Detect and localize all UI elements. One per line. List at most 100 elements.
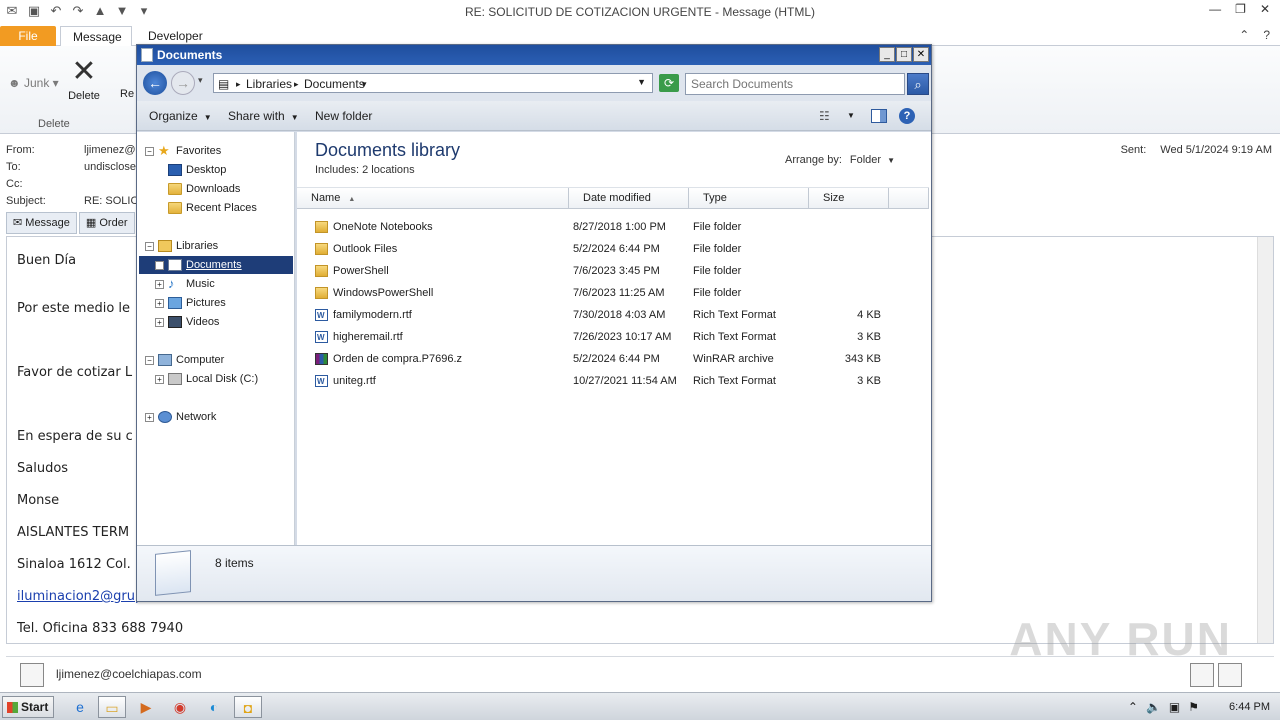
nav-computer[interactable]: − Computer [145, 351, 224, 369]
organize-button[interactable]: Organize ▼ [149, 109, 212, 123]
reply-button[interactable]: Re [120, 88, 134, 100]
expand-icon[interactable]: + [155, 317, 164, 327]
expand-icon[interactable]: + [155, 374, 164, 384]
nav-videos[interactable]: + Videos [155, 313, 219, 331]
media-player-icon[interactable]: ▶ [132, 696, 160, 718]
minimize-icon[interactable]: _ [879, 47, 895, 62]
address-history-dropdown[interactable]: ▼ [637, 77, 646, 87]
library-includes[interactable]: Includes: 2 locations [315, 164, 415, 176]
restore-icon[interactable]: ❐ [1235, 2, 1246, 16]
volume-icon[interactable]: 🔈 [1146, 700, 1161, 714]
nav-pictures[interactable]: + Pictures [155, 294, 226, 312]
file-name: higheremail.rtf [333, 331, 403, 343]
help-icon[interactable]: ? [899, 108, 915, 124]
share-with-button[interactable]: Share with ▼ [228, 109, 299, 123]
nav-downloads[interactable]: Downloads [168, 180, 240, 198]
column-header-name[interactable]: Name ▲ [297, 188, 569, 209]
minimize-icon[interactable]: — [1209, 2, 1221, 16]
expand-icon[interactable]: + [155, 260, 164, 270]
nav-music[interactable]: + ♪ Music [155, 275, 215, 293]
internet-explorer-icon[interactable]: e [66, 696, 94, 718]
explorer-titlebar[interactable]: Documents _ □ ✕ [137, 45, 931, 65]
nav-desktop[interactable]: Desktop [168, 161, 226, 179]
nav-recent-places[interactable]: Recent Places [168, 199, 257, 217]
nav-label: Documents [186, 259, 242, 271]
order-attachment-tab[interactable]: ▦ Order [78, 212, 135, 234]
address-bar[interactable]: ▤ ▸ Libraries ▸ Documents ▾ ▼ [213, 73, 653, 93]
nav-network[interactable]: + Network [145, 408, 216, 426]
avatar[interactable] [1190, 663, 1214, 687]
recent-pages-dropdown[interactable]: ▾ [198, 75, 203, 86]
change-view-icon[interactable]: ☷ [819, 109, 830, 123]
nav-documents[interactable]: + Documents [139, 256, 293, 274]
action-center-flag-icon[interactable]: ⚑ [1188, 700, 1199, 714]
breadcrumb-documents[interactable]: Documents [304, 77, 365, 91]
collapse-icon[interactable]: − [145, 355, 154, 365]
expand-icon[interactable]: + [155, 298, 164, 308]
new-folder-button[interactable]: New folder [315, 109, 372, 123]
nav-favorites[interactable]: − ★ Favorites [145, 142, 221, 160]
to-value[interactable]: undisclose [84, 161, 136, 173]
search-input[interactable] [686, 74, 876, 94]
close-icon[interactable]: ✕ [1260, 2, 1270, 16]
junk-button[interactable]: ☻ Junk ▾ [8, 76, 59, 90]
library-icon: ▤ [218, 77, 230, 91]
network-icon[interactable]: ▣ [1169, 700, 1180, 714]
chevron-down-icon[interactable]: ▾ [362, 79, 367, 90]
people-pane-email[interactable]: ljimenez@coelchiapas.com [56, 667, 202, 681]
outlook-icon[interactable]: ◘ [234, 696, 262, 718]
preview-pane-icon[interactable] [871, 109, 887, 123]
delete-button[interactable]: ✕ Delete [64, 54, 104, 102]
column-header-size[interactable]: Size [809, 188, 889, 209]
file-explorer-icon[interactable]: ▭ [98, 696, 126, 718]
view-options-dropdown[interactable]: ▼ [847, 111, 855, 120]
message-tab[interactable]: ✉ Message [6, 212, 77, 234]
table-row[interactable]: PowerShell 7/6/2023 3:45 PM File folder [297, 260, 897, 282]
nav-libraries[interactable]: − Libraries [145, 237, 218, 255]
column-header-type[interactable]: Type [689, 188, 809, 209]
expand-icon[interactable]: + [145, 412, 154, 422]
arrange-by-value: Folder [849, 154, 882, 166]
table-row[interactable]: higheremail.rtf 7/26/2023 10:17 AM Rich Te… [297, 326, 897, 349]
table-row[interactable]: WindowsPowerShell 7/6/2023 11:25 AM File f… [297, 282, 897, 304]
body-scrollbar[interactable] [1257, 237, 1273, 643]
collapse-ribbon-icon[interactable]: ⌃ [1239, 28, 1249, 42]
tab-message[interactable]: Message [60, 26, 132, 48]
nav-local-disk[interactable]: + Local Disk (C:) [155, 370, 258, 388]
table-row[interactable]: familymodern.rtf 7/30/2018 4:03 AM Rich Te… [297, 304, 897, 327]
window-title: RE: SOLICITUD DE COTIZACION URGENTE - Me… [464, 5, 816, 19]
avatar [20, 663, 44, 687]
table-row[interactable]: Orden de compra.P7696.z 5/2/2024 6:44 PM W… [297, 348, 897, 370]
search-icon[interactable]: ⌕ [907, 73, 929, 95]
chevron-right-icon[interactable]: ▸ [236, 79, 241, 90]
show-hidden-icons-icon[interactable]: ⌃ [1128, 700, 1138, 714]
collapse-icon[interactable]: − [145, 241, 154, 251]
file-list-pane: Documents library Includes: 2 locations … [297, 132, 931, 545]
avatar[interactable] [1218, 663, 1242, 687]
table-row[interactable]: Outlook Files 5/2/2024 6:44 PM File folder [297, 238, 897, 260]
clock[interactable]: 6:44 PM [1229, 701, 1270, 713]
command-bar: Organize ▼ Share with ▼ New folder ☷ ▼ ? [137, 101, 931, 131]
from-value[interactable]: ljimenez@c [84, 144, 141, 156]
file-size: 3 KB [857, 375, 881, 387]
close-icon[interactable]: ✕ [913, 47, 929, 62]
file-date: 8/27/2018 1:00 PM [573, 221, 666, 233]
breadcrumb-libraries[interactable]: Libraries [246, 77, 292, 91]
expand-icon[interactable]: + [155, 279, 164, 289]
back-button[interactable]: ← [143, 71, 167, 95]
chevron-right-icon[interactable]: ▸ [294, 79, 299, 90]
forward-button[interactable]: → [171, 71, 195, 95]
maximize-icon[interactable]: □ [896, 47, 912, 62]
tab-file[interactable]: File [0, 26, 56, 48]
email-link[interactable]: iluminacion2@grup [17, 589, 143, 604]
table-row[interactable]: uniteg.rtf 10/27/2021 11:54 AM Rich Text F… [297, 370, 897, 393]
column-header-date[interactable]: Date modified [569, 188, 689, 209]
chrome-icon[interactable]: ◉ [166, 696, 194, 718]
start-button[interactable]: Start [2, 696, 54, 718]
arrange-by-dropdown[interactable]: Folder ▼ [850, 154, 895, 166]
edge-icon[interactable]: ◐ [200, 696, 228, 718]
collapse-icon[interactable]: − [145, 146, 154, 156]
help-icon[interactable]: ? [1263, 28, 1270, 42]
table-row[interactable]: OneNote Notebooks 8/27/2018 1:00 PM File f… [297, 216, 897, 238]
refresh-button[interactable]: ⟳ [659, 74, 679, 92]
